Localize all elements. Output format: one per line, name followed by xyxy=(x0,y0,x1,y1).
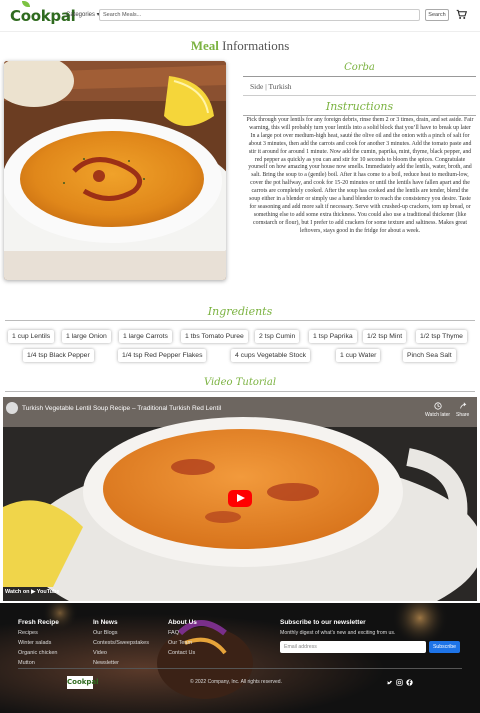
navbar: Cookpal Categories ▾ Search Meals... Sea… xyxy=(0,0,480,32)
meal-name: Corba xyxy=(344,62,375,73)
video-heading: Video Tutorial xyxy=(203,377,277,388)
ingredient-chip: 1 tbs Tomato Puree xyxy=(181,330,248,343)
facebook-icon[interactable] xyxy=(406,679,413,686)
share-label: Share xyxy=(456,412,470,418)
footer-column-heading: Fresh Recipe xyxy=(18,619,59,626)
ingredient-chip: 2 tsp Cumin xyxy=(255,330,300,343)
ingredient-chip: 1 cup Lentils xyxy=(8,330,55,343)
footer-link[interactable]: Winter salads xyxy=(18,640,51,646)
search-button[interactable]: Search xyxy=(425,9,449,21)
footer-link[interactable]: Organic chicken xyxy=(18,650,57,656)
copyright: © 2022 Company, Inc. All rights reserved… xyxy=(190,679,282,685)
share-button[interactable]: Share xyxy=(456,402,469,418)
cart-icon[interactable] xyxy=(456,9,467,20)
subscribe-button[interactable]: Subscribe xyxy=(429,641,460,653)
ingredient-chip: 1 tsp Paprika xyxy=(309,330,357,343)
newsletter-heading: Subscribe to our newsletter xyxy=(280,619,366,626)
ingredient-chip: 1/2 tsp Thyme xyxy=(416,330,467,343)
clock-icon xyxy=(433,402,442,410)
meal-photo xyxy=(4,61,226,280)
footer-link[interactable]: Our Team xyxy=(168,640,192,646)
page-title: Meal Informations xyxy=(0,38,480,54)
page-title-accent: Meal xyxy=(190,38,219,53)
footer-logo[interactable]: Cookpal xyxy=(67,676,99,689)
footer-link[interactable]: Video xyxy=(93,650,107,656)
footer-link[interactable]: Contact Us xyxy=(168,650,195,656)
ingredient-chip: 1/4 tsp Red Pepper Flakes xyxy=(118,349,207,362)
instructions-text: Pick through your lentils for any foreig… xyxy=(246,117,474,234)
footer-column-heading: About Us xyxy=(168,619,197,626)
divider xyxy=(243,115,476,116)
instagram-icon[interactable] xyxy=(396,679,403,686)
footer-column-heading: In News xyxy=(93,619,118,626)
divider xyxy=(18,668,462,669)
email-input[interactable]: Email address xyxy=(280,641,426,653)
footer xyxy=(0,603,480,713)
watch-later-button[interactable]: Watch later xyxy=(425,402,450,418)
video-title[interactable]: Turkish Vegetable Lentil Soup Recipe – T… xyxy=(22,405,221,412)
newsletter-text: Monthly digest of what's new and excitin… xyxy=(280,630,396,636)
divider xyxy=(5,320,475,321)
ingredient-chip: 1/2 tsp Mint xyxy=(363,330,407,343)
ingredient-chip: 1 large Carrots xyxy=(119,330,172,343)
meal-meta: Side | Turkish xyxy=(250,82,292,91)
categories-dropdown[interactable]: Categories ▾ xyxy=(66,11,100,18)
twitter-icon[interactable] xyxy=(386,679,393,686)
divider xyxy=(5,391,475,392)
ingredient-chip: 1 cup Water xyxy=(336,349,381,362)
footer-link[interactable]: Contests/Sweepstakes xyxy=(93,640,149,646)
footer-link[interactable]: Mutton xyxy=(18,660,35,666)
footer-link[interactable]: FAQ xyxy=(168,630,179,636)
page-title-rest: Informations xyxy=(218,38,290,53)
footer-link[interactable]: Our Blogs xyxy=(93,630,117,636)
channel-avatar[interactable] xyxy=(6,402,18,414)
footer-link[interactable]: Newsletter xyxy=(93,660,119,666)
divider xyxy=(243,76,476,77)
footer-link[interactable]: Recipes xyxy=(18,630,38,636)
watch-later-label: Watch later xyxy=(425,412,451,418)
ingredient-chip: 1/4 tsp Black Pepper xyxy=(23,349,94,362)
play-icon[interactable] xyxy=(228,490,252,507)
ingredient-chip: Pinch Sea Salt xyxy=(403,349,456,362)
ingredients-heading: Ingredients xyxy=(207,305,273,318)
instructions-heading: Instructions xyxy=(325,100,394,113)
search-input[interactable]: Search Meals... xyxy=(99,9,420,21)
ingredient-chip: 1 large Onion xyxy=(62,330,111,343)
watch-on-youtube[interactable]: Watch on ▶ YouTube xyxy=(5,589,59,595)
divider xyxy=(243,95,476,96)
ingredient-chip: 4 cups Vegetable Stock xyxy=(231,349,311,362)
share-icon xyxy=(459,402,467,409)
